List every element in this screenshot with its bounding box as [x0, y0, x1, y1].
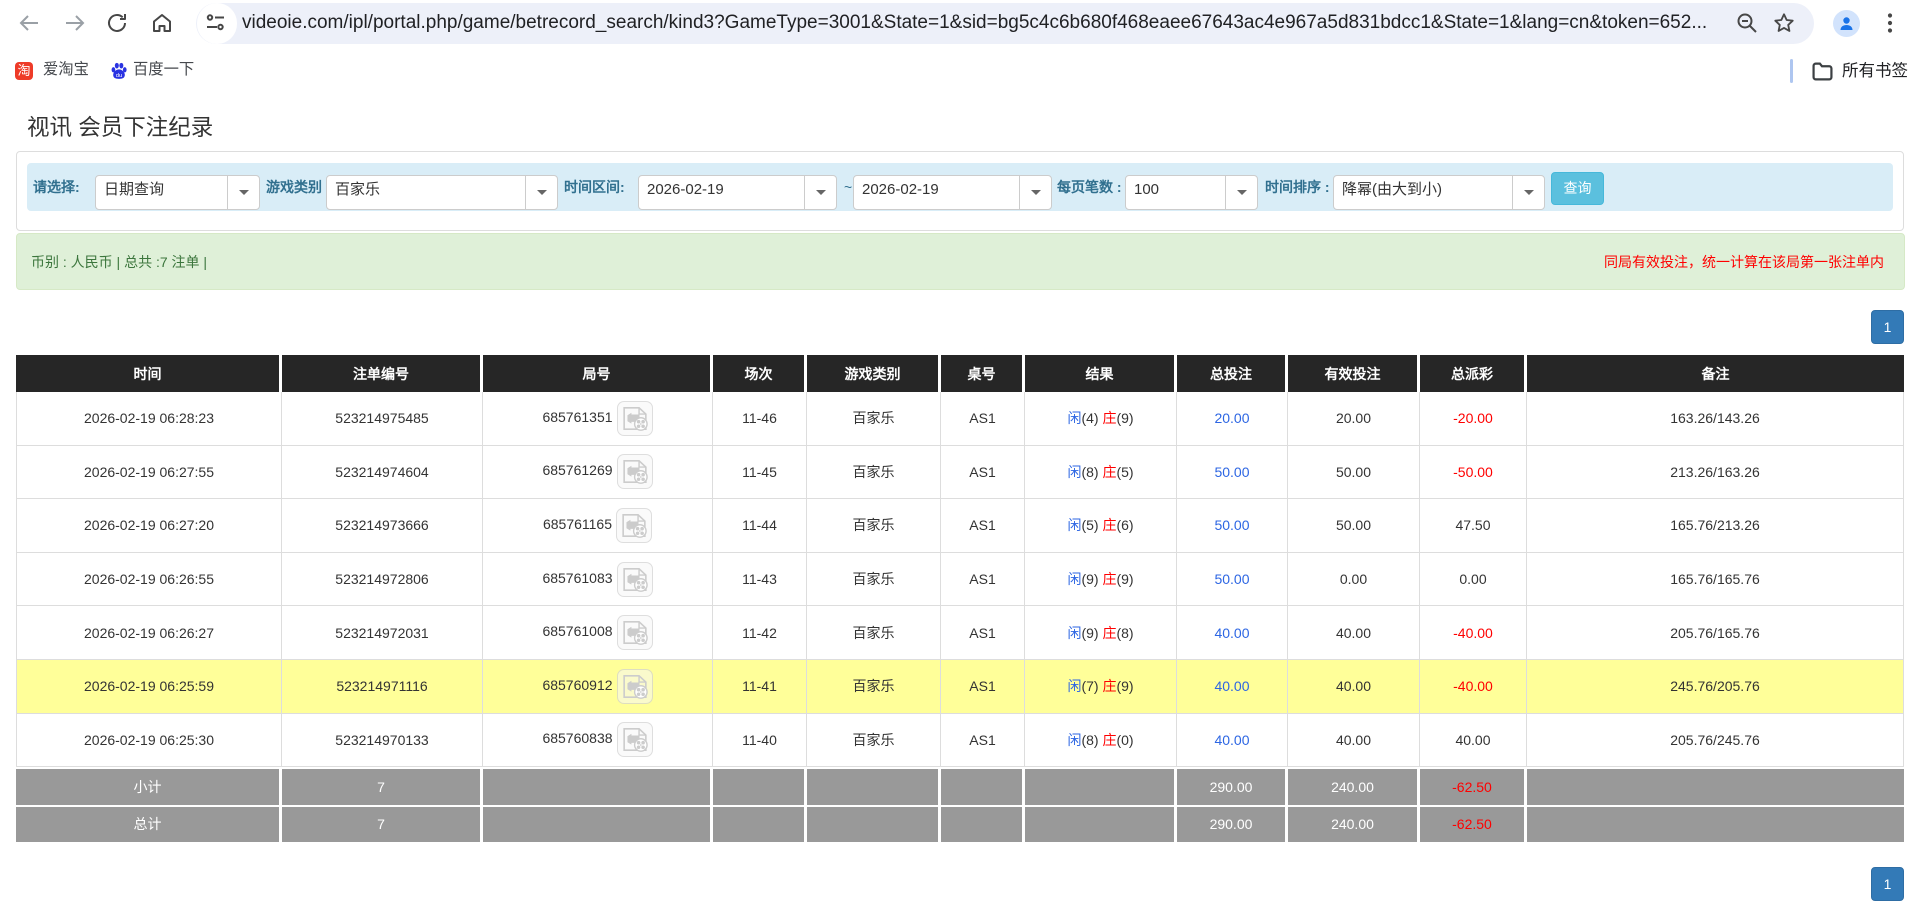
- svg-text:du: du: [116, 73, 122, 79]
